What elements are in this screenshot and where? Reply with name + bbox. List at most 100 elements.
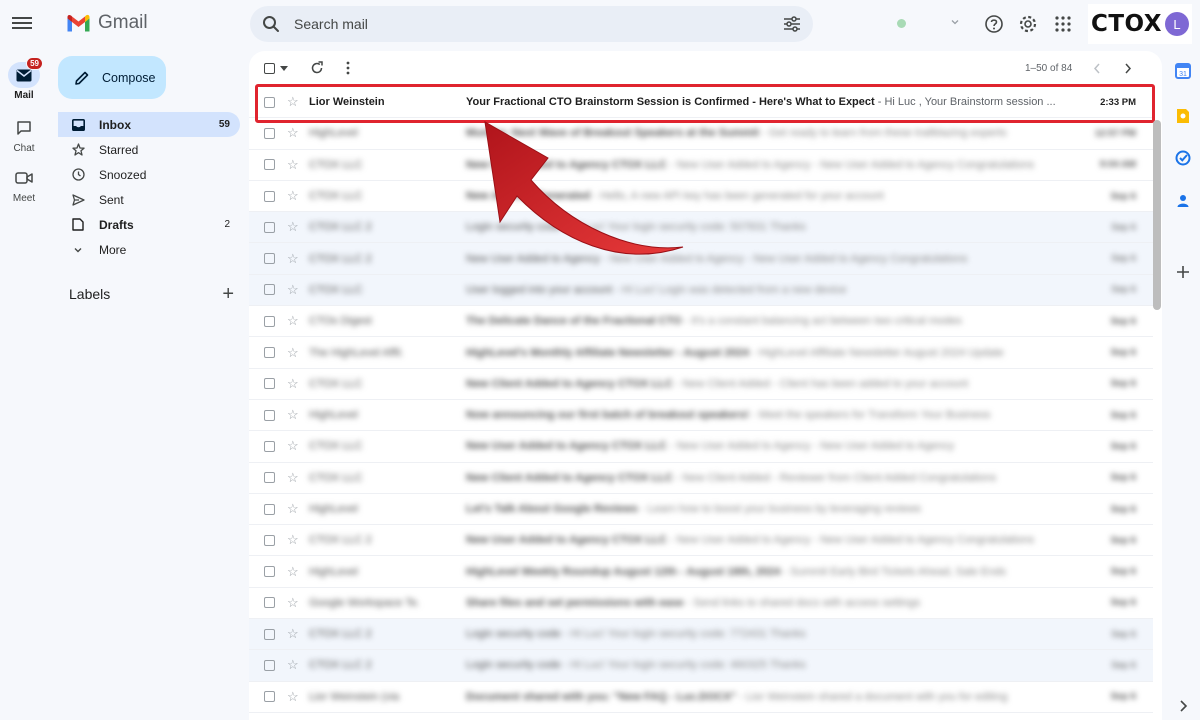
row-checkbox[interactable]	[264, 440, 275, 452]
email-row[interactable]: ☆ CTOX LLC 2 New User Added to Agency - Ne…	[249, 243, 1153, 275]
star-icon[interactable]: ☆	[287, 532, 299, 548]
email-row[interactable]: ☆ Lior Weinstein (via Document shared with…	[249, 682, 1153, 713]
tasks-icon[interactable]	[1175, 150, 1191, 166]
row-checkbox[interactable]	[264, 284, 275, 296]
email-row[interactable]: ☆ CTOs Digest The Delicate Dance of the Fr…	[249, 306, 1153, 338]
row-checkbox[interactable]	[264, 159, 275, 171]
settings-gear-icon[interactable]	[1018, 14, 1038, 34]
email-row[interactable]: ☆ CTOX LLC 2 Login security code - Hi Luc!…	[249, 650, 1153, 682]
sidebar-item-snoozed[interactable]: Snoozed	[58, 162, 240, 187]
drafts-count: 2	[224, 219, 230, 230]
email-row[interactable]: ☆ CTOX LLC New User Added to Agency CTOX L…	[249, 431, 1153, 463]
row-checkbox[interactable]	[264, 253, 275, 265]
email-row[interactable]: ☆ HighLevel Let's Talk About Google Review…	[249, 494, 1153, 526]
search-input[interactable]	[294, 16, 783, 32]
star-icon[interactable]: ☆	[287, 345, 299, 361]
apps-grid-icon[interactable]	[1053, 14, 1073, 34]
row-checkbox[interactable]	[264, 221, 275, 233]
expand-panel-icon[interactable]	[1175, 698, 1191, 714]
email-row[interactable]: ☆ HighLevel Now announcing our first batch…	[249, 400, 1153, 432]
main-menu-icon[interactable]	[12, 14, 32, 34]
select-all-checkbox[interactable]	[264, 63, 275, 74]
rail-item-mail[interactable]: 59 Mail	[0, 57, 48, 101]
status-indicator[interactable]	[897, 19, 906, 28]
help-icon[interactable]	[984, 14, 1004, 34]
keep-icon[interactable]	[1175, 108, 1191, 124]
row-checkbox[interactable]	[264, 691, 275, 703]
email-row[interactable]: ☆ CTOX LLC New API Key Generated - Hello, …	[249, 181, 1153, 213]
email-row[interactable]: ☆ HighLevel Mumbo: Next Wave of Breakout S…	[249, 118, 1153, 150]
brand-logo[interactable]: CTOX L	[1088, 4, 1192, 44]
sidebar-label-inbox: Inbox	[99, 117, 131, 132]
status-chevron-icon[interactable]	[950, 17, 960, 27]
row-checkbox[interactable]	[264, 503, 275, 515]
row-checkbox[interactable]	[264, 472, 275, 484]
sidebar-item-drafts[interactable]: Drafts 2	[58, 212, 240, 237]
email-row[interactable]: ☆ CTOX LLC New Client Added to Agency CTOX…	[249, 463, 1153, 494]
compose-button[interactable]: Compose	[58, 56, 166, 99]
gmail-logo[interactable]: Gmail	[66, 12, 148, 34]
star-icon[interactable]: ☆	[287, 438, 299, 454]
row-checkbox[interactable]	[264, 190, 275, 202]
more-options-icon[interactable]	[346, 61, 350, 75]
sidebar-item-starred[interactable]: Starred	[58, 137, 240, 162]
row-checkbox[interactable]	[264, 628, 275, 640]
star-icon[interactable]: ☆	[287, 251, 299, 267]
star-icon[interactable]: ☆	[287, 188, 299, 204]
email-row[interactable]: ☆ CTOX LLC 2 Login security code - Hi Luc!…	[249, 212, 1153, 244]
email-row[interactable]: ☆ The HighLevel Affil. HighLevel's Monthly…	[249, 337, 1153, 369]
star-icon[interactable]: ☆	[287, 595, 299, 611]
star-icon[interactable]: ☆	[287, 689, 299, 705]
email-row[interactable]: ☆ Google Workspace Te. Share files and set…	[249, 588, 1153, 620]
star-icon[interactable]: ☆	[287, 376, 299, 392]
row-checkbox[interactable]	[264, 315, 275, 327]
search-icon[interactable]	[262, 15, 280, 33]
star-icon[interactable]: ☆	[287, 407, 299, 423]
star-icon[interactable]: ☆	[287, 470, 299, 486]
video-icon	[8, 165, 40, 191]
row-checkbox[interactable]	[264, 378, 275, 390]
star-icon[interactable]: ☆	[287, 94, 299, 110]
email-row[interactable]: ☆ CTOX LLC 2 Login security code - Hi Luc!…	[249, 619, 1153, 651]
sidebar-item-more[interactable]: More	[58, 237, 240, 262]
row-checkbox[interactable]	[264, 597, 275, 609]
star-icon[interactable]: ☆	[287, 564, 299, 580]
email-row[interactable]: ☆ CTOX LLC New User Added to Agency CTOX L…	[249, 150, 1153, 181]
avatar[interactable]: L	[1165, 12, 1190, 36]
star-icon[interactable]: ☆	[287, 219, 299, 235]
next-page-icon[interactable]	[1124, 63, 1132, 74]
email-time: Sep 6	[1111, 253, 1136, 265]
contacts-icon[interactable]	[1175, 193, 1191, 209]
refresh-icon[interactable]	[310, 61, 324, 75]
calendar-icon[interactable]: 31	[1175, 63, 1191, 79]
row-checkbox[interactable]	[264, 566, 275, 578]
row-checkbox[interactable]	[264, 347, 275, 359]
email-row-highlighted[interactable]: ☆ Lior Weinstein Your Fractional CTO Bra…	[249, 87, 1153, 119]
add-addon-icon[interactable]	[1175, 264, 1191, 280]
row-checkbox[interactable]	[264, 127, 275, 139]
prev-page-icon[interactable]	[1093, 63, 1101, 74]
star-icon[interactable]: ☆	[287, 282, 299, 298]
star-icon[interactable]: ☆	[287, 657, 299, 673]
star-icon[interactable]: ☆	[287, 125, 299, 141]
row-checkbox[interactable]	[264, 534, 275, 546]
select-menu-chevron-icon[interactable]	[280, 66, 288, 72]
row-checkbox[interactable]	[264, 96, 275, 108]
rail-item-meet[interactable]: Meet	[0, 165, 48, 204]
star-icon[interactable]: ☆	[287, 626, 299, 642]
list-scrollbar[interactable]	[1153, 120, 1161, 310]
star-icon[interactable]: ☆	[287, 157, 299, 173]
email-row[interactable]: ☆ CTOX LLC User logged into your account -…	[249, 274, 1153, 307]
add-label-icon[interactable]: +	[222, 284, 234, 304]
filter-options-icon[interactable]	[783, 16, 801, 32]
rail-item-chat[interactable]: Chat	[0, 115, 48, 154]
row-checkbox[interactable]	[264, 409, 275, 421]
sidebar-item-inbox[interactable]: Inbox 59	[58, 112, 240, 137]
row-checkbox[interactable]	[264, 659, 275, 671]
email-row[interactable]: ☆ CTOX LLC 2 New User Added to Agency CTOX…	[249, 525, 1153, 557]
star-icon[interactable]: ☆	[287, 313, 299, 329]
star-icon[interactable]: ☆	[287, 501, 299, 517]
email-row[interactable]: ☆ CTOX LLC New Client Added to Agency CTOX…	[249, 369, 1153, 400]
email-row[interactable]: ☆ HighLevel HighLevel Weekly Roundup Augus…	[249, 556, 1153, 588]
sidebar-item-sent[interactable]: Sent	[58, 187, 240, 212]
